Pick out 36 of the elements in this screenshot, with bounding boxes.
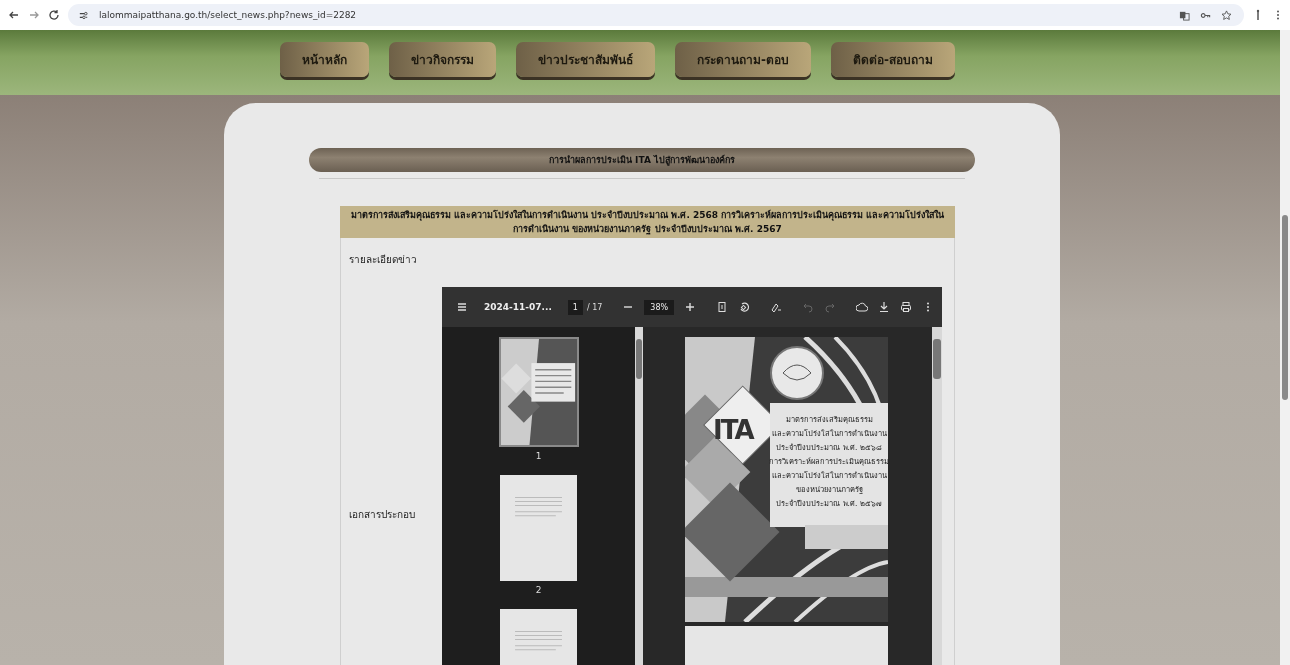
ita-logo: ITA — [713, 415, 753, 445]
scrollbar-thumb[interactable] — [1282, 215, 1288, 400]
zoom-field[interactable]: 38% — [644, 299, 675, 315]
page-total: / 17 — [586, 302, 603, 312]
details-label: รายละเอียดข่าว — [349, 253, 418, 267]
address-bar[interactable]: lalommaipatthana.go.th/select_news.php?news_id=2282 — [68, 4, 1244, 26]
page-thumbnail[interactable] — [498, 337, 579, 447]
nav-button[interactable]: กระดานถาม-ตอบ — [675, 42, 811, 77]
print-icon[interactable] — [900, 301, 913, 313]
page-title: การนำผลการประเมิน ITA ไปสู่การพัฒนาองค์กร — [309, 148, 975, 172]
news-headline: มาตรการส่งเสริมคุณธรรม และความโปร่งใสในการดำเนินงาน ประจำปีงบประมาณ พ.ศ. 2568 การวิเคราะห์ผลการประเมินคุณธรรม และความโปร่งใสในการดำเนินงาน ของหน่วยงานภาครัฐ ประจำปีงบประมาณ พ.ศ. 2567 — [340, 206, 955, 238]
scrollbar-thumb[interactable] — [933, 339, 941, 379]
scrollbar-thumb[interactable] — [636, 339, 642, 379]
download-icon[interactable] — [878, 301, 891, 313]
file-name: 2024-11-07... — [484, 302, 552, 312]
annotate-icon[interactable] — [770, 301, 783, 313]
zoom-in-icon[interactable] — [684, 301, 697, 313]
translate-icon[interactable] — [1179, 9, 1190, 21]
page-number: 2 — [535, 585, 542, 595]
page-thumbnail[interactable] — [500, 475, 577, 581]
nav-button[interactable]: ข่าวกิจกรรม — [389, 42, 496, 77]
star-icon[interactable] — [1221, 9, 1232, 21]
back-icon[interactable] — [8, 9, 20, 21]
menu-icon[interactable] — [456, 301, 468, 313]
nav-button[interactable]: ข่าวประชาสัมพันธ์ — [516, 42, 655, 77]
reload-icon[interactable] — [48, 9, 60, 21]
fit-page-icon[interactable] — [716, 301, 729, 313]
site-settings-icon[interactable] — [78, 9, 89, 21]
save-icon[interactable] — [856, 301, 869, 313]
forward-icon[interactable] — [28, 9, 40, 21]
attachment-label: เอกสารประกอบ — [348, 508, 416, 522]
rotate-icon[interactable] — [738, 301, 751, 313]
nav-button[interactable]: หน้าหลัก — [280, 42, 369, 77]
page-number-field[interactable]: 1 — [567, 299, 583, 315]
nav-button[interactable]: ติดต่อ-สอบถาม — [831, 42, 955, 77]
page-number: 1 — [535, 451, 542, 461]
